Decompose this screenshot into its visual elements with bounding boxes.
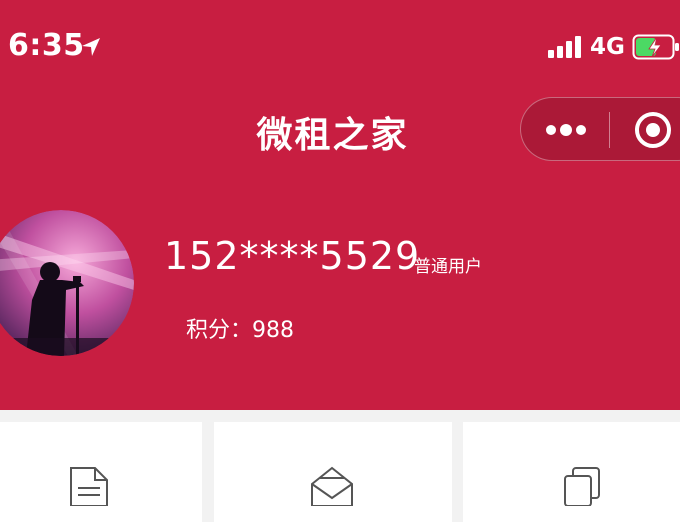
status-time: 6:35 bbox=[8, 28, 85, 63]
close-target-icon[interactable] bbox=[633, 110, 673, 150]
user-type-label: 普通用户 bbox=[414, 257, 482, 277]
points-label: 积分：988 bbox=[186, 318, 294, 343]
profile-header: 6:35 4G 微租之家 152****5529 普通用户 积分：988 bbox=[0, 0, 680, 410]
copy-icon bbox=[564, 467, 600, 506]
location-arrow-icon bbox=[82, 38, 100, 56]
capsule-divider bbox=[609, 112, 610, 148]
network-type: 4G bbox=[590, 34, 625, 60]
open-envelope-icon bbox=[311, 466, 353, 506]
battery-charging-icon bbox=[632, 34, 679, 60]
card-messages[interactable] bbox=[214, 422, 452, 522]
document-icon bbox=[70, 467, 108, 506]
card-orders[interactable] bbox=[0, 422, 202, 522]
card-copy[interactable] bbox=[463, 422, 680, 522]
phone-number: 152****5529 bbox=[164, 234, 421, 278]
more-dots-icon[interactable] bbox=[541, 114, 591, 146]
avatar[interactable] bbox=[0, 210, 134, 356]
capsule-menu bbox=[520, 97, 680, 161]
signal-bars-icon bbox=[548, 36, 581, 58]
